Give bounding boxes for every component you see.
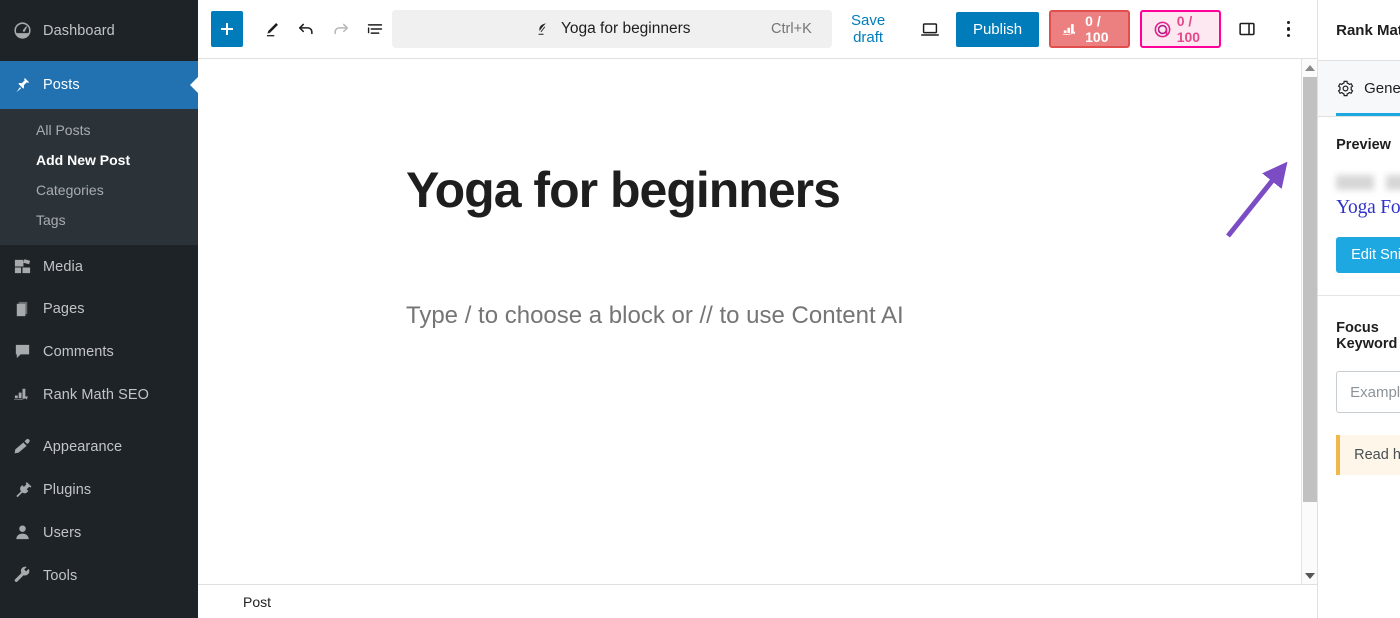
- plugins-plug-icon: [12, 480, 32, 500]
- focus-keyword-input[interactable]: [1336, 371, 1400, 414]
- sidebar-item-label: Users: [43, 524, 82, 541]
- rank-math-tabs: General: [1318, 61, 1400, 117]
- sidebar-item-pages[interactable]: Pages: [0, 288, 198, 330]
- preview-desktop-icon[interactable]: [914, 10, 946, 48]
- edit-snippet-button[interactable]: Edit Snippet: [1336, 237, 1400, 274]
- rank-math-icon: [1062, 22, 1080, 37]
- tab-general[interactable]: General: [1336, 61, 1400, 116]
- kebab-dots: [1286, 20, 1291, 38]
- focus-keyword-section: Focus Keyword ? Content AI: [1318, 296, 1400, 419]
- command-bar[interactable]: Yoga for beginners Ctrl+K: [391, 10, 832, 48]
- seo-score-value: 0 / 100: [1085, 13, 1109, 45]
- submenu-item-all-posts[interactable]: All Posts: [0, 115, 198, 145]
- content-ai-icon: [1153, 20, 1172, 39]
- editor-column: Yoga for beginners Ctrl+K Save draft Pub…: [198, 0, 1318, 618]
- post-body-placeholder[interactable]: Type / to choose a block or // to use Co…: [406, 299, 904, 333]
- sidebar-item-rank-math-seo[interactable]: Rank Math SEO: [0, 373, 198, 416]
- tools-wrench-icon: [12, 566, 32, 586]
- sidebar-item-comments[interactable]: Comments: [0, 330, 198, 373]
- command-bar-title: Yoga for beginners: [560, 20, 691, 37]
- rank-math-panel-header: Rank Math: [1318, 0, 1400, 61]
- sidebar-item-label: Media: [43, 258, 83, 275]
- posts-submenu: All Posts Add New Post Categories Tags: [0, 109, 198, 245]
- snippet-url-blurred: [1336, 175, 1400, 190]
- kebab-menu-icon[interactable]: [1273, 10, 1305, 48]
- sidebar-item-dashboard[interactable]: Dashboard: [0, 0, 198, 61]
- media-icon: [12, 257, 32, 277]
- scroll-down-arrow[interactable]: [1302, 567, 1318, 584]
- sidebar-item-label: Appearance: [43, 438, 123, 455]
- snippet-preview-section: Preview Yoga For Beginners - My Blog Edi…: [1318, 117, 1400, 295]
- sidebar-item-users[interactable]: Users: [0, 511, 198, 554]
- content-ai-score-value: 0 / 100: [1176, 13, 1201, 45]
- rank-math-icon: [12, 385, 32, 405]
- list-view-icon[interactable]: [358, 10, 392, 48]
- sidebar-item-posts[interactable]: Posts: [0, 61, 198, 109]
- submenu-item-add-new-post[interactable]: Add New Post: [0, 145, 198, 175]
- sidebar-toggle-icon[interactable]: [1231, 10, 1263, 48]
- score-notice: Read here to Score 100/100: [1336, 435, 1400, 476]
- focus-keyword-label: Focus Keyword: [1336, 320, 1398, 353]
- users-icon: [12, 523, 32, 543]
- sidebar-item-label: Comments: [43, 343, 114, 360]
- wp-block-editor-screen: Dashboard Posts All Posts Add New Post C…: [0, 0, 1400, 618]
- sidebar-item-label: Pages: [43, 301, 85, 317]
- dashboard-icon: [12, 21, 32, 41]
- add-block-button[interactable]: [211, 11, 244, 47]
- scrollbar-thumb[interactable]: [1303, 77, 1318, 502]
- submenu-item-tags[interactable]: Tags: [0, 205, 198, 235]
- preview-heading: Preview: [1336, 137, 1391, 153]
- editor-header-toolbar: Yoga for beginners Ctrl+K Save draft Pub…: [198, 0, 1318, 59]
- rank-math-panel: Rank Math General: [1317, 0, 1400, 618]
- gear-icon: [1336, 79, 1355, 98]
- score-notice-text: Read here to: [1354, 447, 1400, 464]
- sidebar-item-label: Plugins: [43, 481, 92, 498]
- quill-pen-icon: [533, 20, 551, 38]
- sidebar-item-label: Posts: [43, 77, 80, 93]
- command-bar-shortcut: Ctrl+K: [771, 21, 812, 37]
- snippet-title-link[interactable]: Yoga For Beginners - My Blog: [1336, 196, 1400, 220]
- editor-body-row: Yoga for beginners Type / to choose a bl…: [198, 59, 1318, 584]
- editor-canvas[interactable]: Yoga for beginners Type / to choose a bl…: [198, 59, 1302, 584]
- redo-icon[interactable]: [324, 10, 358, 48]
- pin-icon: [12, 75, 32, 95]
- content-ai-score-badge[interactable]: 0 / 100: [1139, 10, 1222, 48]
- editor-footer-breadcrumb: Post: [198, 584, 1318, 618]
- appearance-brush-icon: [12, 437, 32, 457]
- pages-icon: [12, 299, 32, 319]
- focus-keyword-row: Focus Keyword ? Content AI: [1336, 314, 1400, 358]
- sidebar-item-appearance[interactable]: Appearance: [0, 425, 198, 468]
- sidebar-item-label: Tools: [43, 567, 78, 584]
- undo-icon[interactable]: [289, 10, 323, 48]
- breadcrumb-post[interactable]: Post: [243, 594, 271, 610]
- post-title-input[interactable]: Yoga for beginners: [406, 162, 841, 220]
- comments-icon: [12, 342, 32, 362]
- seo-score-badge[interactable]: 0 / 100: [1049, 10, 1130, 48]
- sidebar-item-label: Dashboard: [43, 22, 115, 39]
- scroll-up-arrow[interactable]: [1302, 59, 1318, 76]
- tab-general-label: General: [1364, 80, 1400, 97]
- publish-button[interactable]: Publish: [955, 11, 1040, 47]
- editor-vertical-scrollbar[interactable]: [1301, 59, 1318, 584]
- edit-pen-icon[interactable]: [255, 10, 289, 48]
- sidebar-item-media[interactable]: Media: [0, 245, 198, 288]
- sidebar-item-label: Rank Math SEO: [43, 386, 150, 403]
- sidebar-item-tools[interactable]: Tools: [0, 554, 198, 597]
- rank-math-panel-body: Preview Yoga For Beginners - My Blog Edi…: [1318, 117, 1400, 618]
- sidebar-item-plugins[interactable]: Plugins: [0, 468, 198, 511]
- submenu-item-categories[interactable]: Categories: [0, 175, 198, 205]
- header-actions: Save draft Publish 0 / 100 0 / 100: [832, 6, 1304, 52]
- wp-admin-sidebar: Dashboard Posts All Posts Add New Post C…: [0, 0, 198, 618]
- rank-math-panel-title: Rank Math: [1336, 21, 1400, 39]
- save-draft-button[interactable]: Save draft: [832, 6, 905, 52]
